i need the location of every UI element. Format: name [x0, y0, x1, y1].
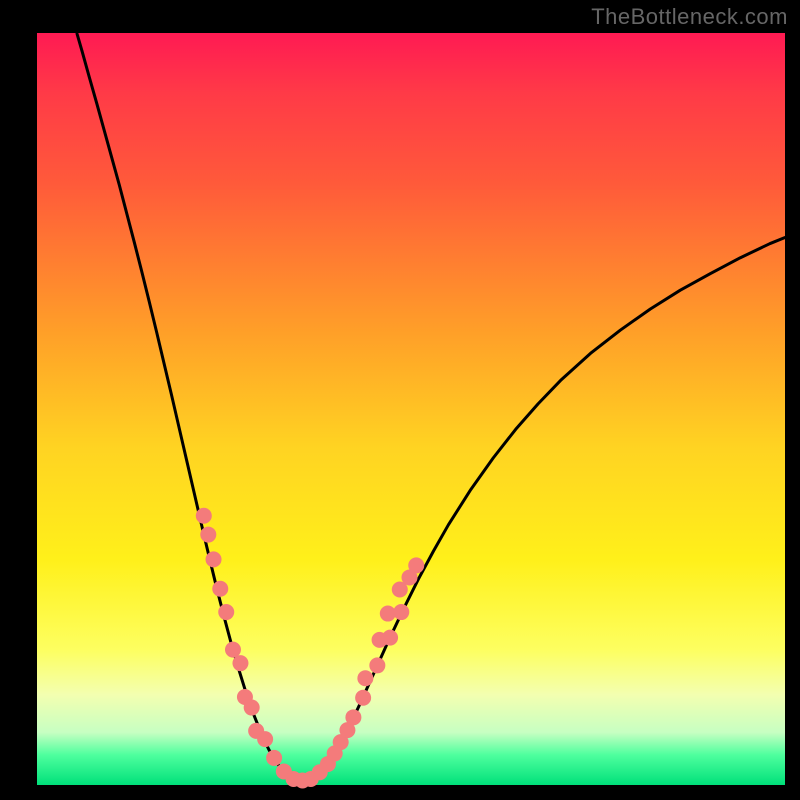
- plot-gradient-background: [37, 33, 785, 785]
- watermark-text: TheBottleneck.com: [591, 4, 788, 30]
- chart-stage: TheBottleneck.com: [0, 0, 800, 800]
